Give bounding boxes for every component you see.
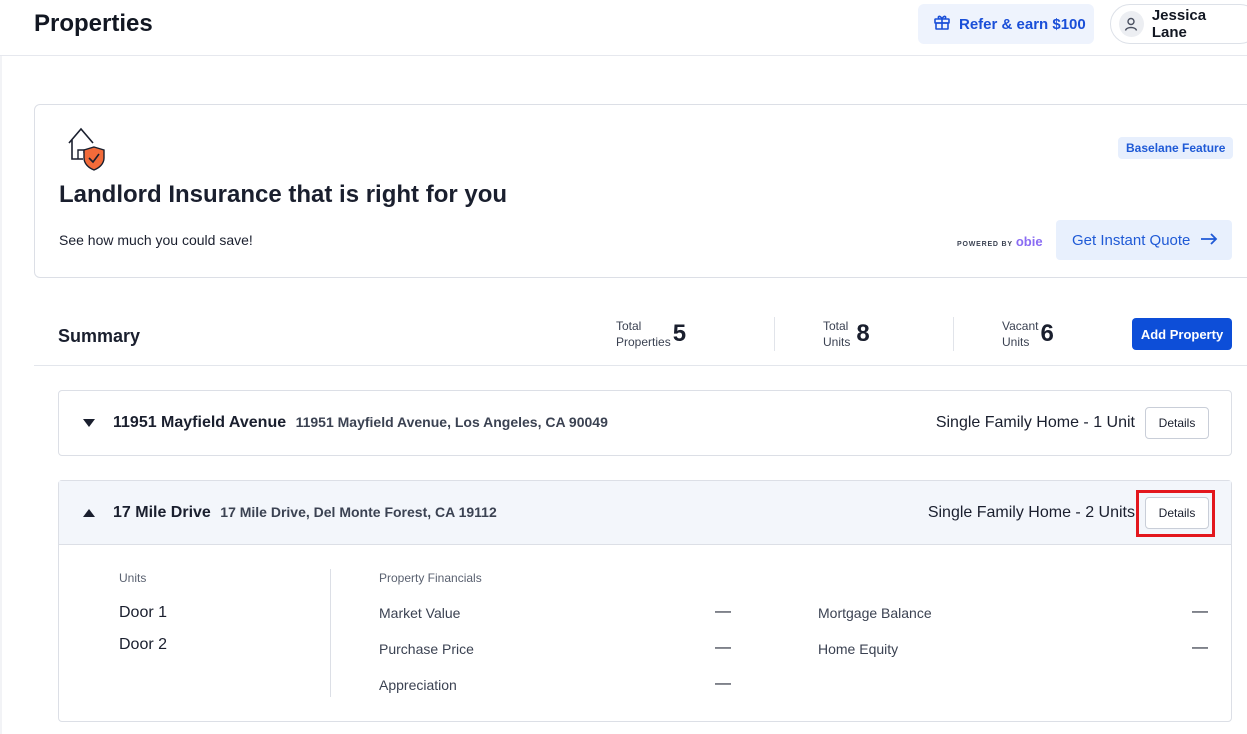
promo-title: Landlord Insurance that is right for you bbox=[59, 181, 508, 208]
obie-logo: obie bbox=[1015, 234, 1043, 249]
refer-earn-label: Refer & earn $100 bbox=[959, 15, 1086, 33]
user-menu[interactable]: Jessica Lane bbox=[1110, 4, 1247, 44]
details-button[interactable]: Details bbox=[1145, 407, 1209, 439]
stat-value: 8 bbox=[856, 320, 870, 347]
property-name: 17 Mile Drive bbox=[113, 503, 211, 521]
property-type: Single Family Home - 2 Units bbox=[927, 503, 1135, 521]
home-equity: — bbox=[1192, 639, 1208, 656]
powered-by-label: POWERED BY bbox=[957, 241, 1013, 248]
arrow-right-icon bbox=[1200, 232, 1218, 249]
insurance-promo-card: Baselane Feature Landlord Insurance that… bbox=[34, 104, 1247, 278]
mortgage-balance-label: Mortgage Balance bbox=[818, 605, 932, 621]
user-name: Jessica Lane bbox=[1151, 7, 1207, 41]
stat-value: 6 bbox=[1040, 320, 1054, 347]
promo-subtitle: See how much you could save! bbox=[59, 232, 253, 248]
caret-up-icon[interactable] bbox=[83, 509, 95, 517]
summary-title: Summary bbox=[58, 326, 141, 346]
avatar bbox=[1119, 11, 1144, 37]
stat-divider bbox=[953, 317, 954, 351]
appreciation-label: Appreciation bbox=[379, 677, 457, 693]
unit-item[interactable]: Door 2 bbox=[119, 636, 167, 654]
property-expanded-panel: Units Door 1 Door 2 Property Financials … bbox=[59, 545, 1231, 721]
highlight-box bbox=[1136, 490, 1215, 537]
get-instant-quote-button[interactable]: Get Instant Quote bbox=[1056, 220, 1232, 260]
unit-item[interactable]: Door 1 bbox=[119, 604, 167, 622]
panel-divider bbox=[330, 569, 331, 697]
appreciation-value: — bbox=[715, 675, 731, 692]
stat-label-line2: Properties bbox=[616, 335, 671, 349]
refer-earn-button[interactable]: Refer & earn $100 bbox=[918, 4, 1094, 44]
stat-divider bbox=[774, 317, 775, 351]
property-row[interactable]: 17 Mile Drive 17 Mile Drive, Del Monte F… bbox=[59, 481, 1231, 545]
home-equity-label: Home Equity bbox=[818, 641, 899, 657]
market-value: — bbox=[715, 603, 731, 620]
feature-badge: Baselane Feature bbox=[1118, 137, 1234, 159]
property-address: 17 Mile Drive, Del Monte Forest, CA 1911… bbox=[220, 503, 497, 520]
caret-down-icon[interactable] bbox=[83, 419, 95, 427]
stat-label-line1: Total bbox=[616, 319, 642, 333]
units-label: Units bbox=[119, 571, 147, 585]
summary-bar: Summary Total Properties 5 Total Units 8… bbox=[34, 304, 1247, 366]
top-bar: Properties Refer & earn $100 Jessica Lan… bbox=[0, 0, 1247, 56]
gift-icon bbox=[933, 13, 951, 35]
property-card: 11951 Mayfield Avenue 11951 Mayfield Ave… bbox=[58, 390, 1232, 456]
property-card: 17 Mile Drive 17 Mile Drive, Del Monte F… bbox=[58, 480, 1232, 722]
house-shield-icon bbox=[63, 123, 109, 171]
stat-label-line2: Units bbox=[1002, 335, 1030, 349]
market-value-label: Market Value bbox=[379, 605, 461, 621]
purchase-price: — bbox=[715, 639, 731, 656]
stat-value: 5 bbox=[672, 320, 687, 347]
add-property-button[interactable]: Add Property bbox=[1132, 318, 1232, 350]
powered-by-logo: POWERED BY obie bbox=[957, 234, 1043, 249]
mortgage-balance: — bbox=[1192, 603, 1208, 620]
sidebar-edge bbox=[0, 56, 2, 734]
financials-label: Property Financials bbox=[379, 571, 482, 585]
stat-label-line1: Total bbox=[823, 319, 849, 333]
page-title: Properties bbox=[34, 10, 153, 37]
quote-button-label: Get Instant Quote bbox=[1072, 231, 1191, 249]
property-row[interactable]: 11951 Mayfield Avenue 11951 Mayfield Ave… bbox=[59, 391, 1231, 455]
property-name: 11951 Mayfield Avenue bbox=[113, 414, 287, 431]
stat-label-line2: Units bbox=[823, 335, 851, 349]
stat-label-line1: Vacant bbox=[1002, 319, 1039, 333]
user-icon bbox=[1125, 17, 1138, 31]
purchase-price-label: Purchase Price bbox=[379, 641, 474, 657]
property-type: Single Family Home - 1 Unit bbox=[935, 414, 1135, 431]
stat-total-properties: Total Properties 5 bbox=[616, 318, 686, 350]
property-address: 11951 Mayfield Avenue, Los Angeles, CA 9… bbox=[295, 414, 608, 430]
stat-total-units: Total Units 8 bbox=[823, 318, 870, 350]
stat-vacant-units: Vacant Units 6 bbox=[1002, 318, 1054, 350]
